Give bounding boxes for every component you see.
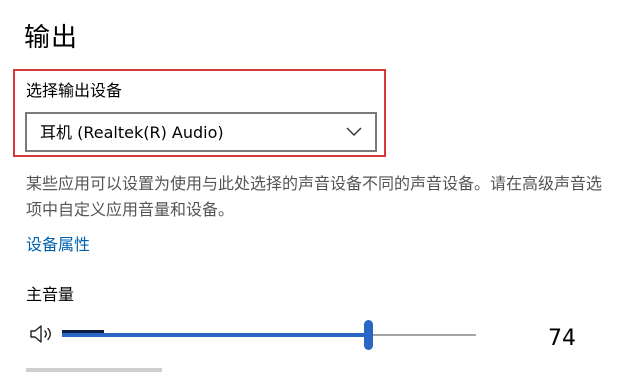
master-volume-label: 主音量 [26,285,75,304]
slider-fill [62,333,368,337]
slider-fill-indicator [62,330,104,333]
slider-thumb[interactable] [364,320,373,350]
output-device-selected-value: 耳机 (Realtek(R) Audio) [40,123,224,142]
master-volume-slider[interactable] [62,320,476,350]
device-properties-link[interactable]: 设备属性 [26,233,90,257]
master-volume-value: 74 [548,326,576,351]
chevron-down-icon [346,127,362,136]
speaker-icon[interactable] [29,323,57,345]
output-device-dropdown[interactable]: 耳机 (Realtek(R) Audio) [25,112,377,152]
output-description: 某些应用可以设置为使用与此处选择的声音设备不同的声音设备。请在高级声音选项中自定… [26,174,603,219]
next-control-edge [26,368,162,372]
select-output-device-label: 选择输出设备 [26,81,123,100]
output-title: 输出 [24,23,79,53]
